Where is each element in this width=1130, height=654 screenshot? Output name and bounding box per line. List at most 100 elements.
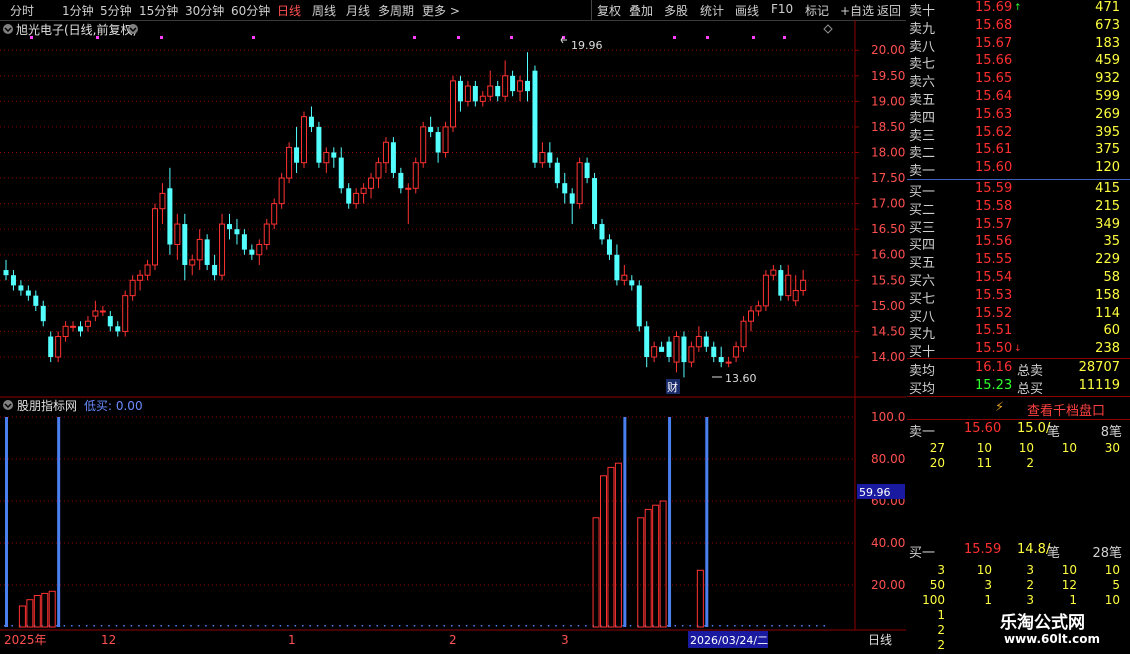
bid-level-label: 买六 — [909, 274, 936, 289]
bid-level-price: 15.54 — [975, 270, 1013, 285]
bid-level-row[interactable]: 买九 15.51 60 — [907, 323, 1130, 342]
indicator-bar — [18, 605, 26, 628]
draw-line-button[interactable]: 画线 — [735, 2, 759, 19]
price-tick-label: 14.00 — [871, 350, 905, 364]
toolbar-divider — [591, 0, 592, 20]
bid-level-row[interactable]: 买二 15.58 215 — [907, 199, 1130, 218]
bid-level-row[interactable]: 买三 15.57 349 — [907, 217, 1130, 236]
ask-level-row[interactable]: 卖九 15.68 673 — [907, 18, 1130, 37]
ask-level-row[interactable]: 卖五 15.64 599 — [907, 89, 1130, 108]
queue-sell-avg: 15.0/ — [1017, 421, 1051, 436]
baseline-dot — [786, 625, 788, 627]
low-price-label: 13.60 — [725, 372, 757, 385]
candle-body — [762, 274, 769, 307]
watermark-url: www.60lt.com — [1004, 632, 1101, 646]
candle-body — [472, 86, 478, 102]
baseline-dot — [361, 625, 364, 627]
baseline-dot — [771, 625, 773, 627]
baseline-dot — [458, 625, 460, 627]
candle-body — [718, 356, 724, 363]
date-label-2025: 2025年 — [4, 633, 47, 647]
candle-body — [547, 152, 553, 163]
kline-chart[interactable]: 20.00 19.50 19.00 18.50 18.00 17.50 17.00 16.50… — [0, 20, 906, 650]
baseline-dot — [145, 625, 148, 627]
ask-level-row[interactable]: 卖六 15.65 932 — [907, 71, 1130, 90]
tab-multi-period[interactable]: 多周期 — [378, 2, 414, 19]
bid-level-row[interactable]: 买七 15.53 158 — [907, 288, 1130, 307]
indicator-collapse-icon[interactable] — [3, 400, 13, 410]
candle-body — [10, 275, 16, 286]
bid-level-row[interactable]: 买六 15.54 58 — [907, 270, 1130, 289]
candle-body — [48, 336, 54, 357]
baseline-dot — [302, 625, 304, 627]
ask-level-row[interactable]: 卖八 15.67 183 — [907, 36, 1130, 55]
bid-level-row[interactable]: 买十 15.50 238 ↓ — [907, 341, 1130, 360]
signal-marker — [510, 36, 513, 39]
ask-level-row[interactable]: 卖二 15.61 375 — [907, 142, 1130, 162]
ask-level-row[interactable]: 卖三 15.62 395 — [907, 125, 1130, 144]
queue-buy-cell: 10 — [1061, 563, 1077, 577]
ask-level-row[interactable]: 卖十 15.69 471 ↑ — [907, 0, 1130, 19]
baseline-dot — [160, 625, 162, 627]
chart-collapse-icon[interactable] — [3, 24, 13, 34]
candle-body — [688, 346, 695, 363]
candle-body — [733, 346, 740, 358]
ask-level-volume: 932 — [1095, 71, 1120, 87]
bid-level-row[interactable]: 买八 15.52 114 — [907, 306, 1130, 325]
baseline-dot — [279, 625, 282, 627]
f10-button[interactable]: F10 — [771, 2, 793, 16]
baseline-dot — [383, 625, 386, 627]
statistics-button[interactable]: 统计 — [700, 2, 724, 19]
ask-level-row[interactable]: 卖七 15.66 459 — [907, 53, 1130, 72]
candle-body — [525, 80, 530, 92]
baseline-dot — [190, 625, 192, 627]
tab-monthly[interactable]: 月线 — [346, 2, 370, 19]
tab-5min[interactable]: 5分钟 — [100, 2, 132, 19]
avg-sell-label: 卖均 — [909, 364, 936, 379]
ask-level-label: 卖二 — [909, 146, 936, 162]
candle-body — [99, 310, 106, 313]
bid-level-price: 15.56 — [975, 234, 1013, 250]
baseline-dot — [495, 625, 498, 627]
orderbook-panel: 卖十 15.69 471 ↑ 卖九 15.68 673 卖八 15.67 183 卖七 15.66 45… — [907, 0, 1130, 652]
baseline-dot — [734, 625, 736, 627]
ask-level-row[interactable]: 卖四 15.63 269 — [907, 107, 1130, 126]
bid-level-row[interactable]: 买四 15.56 35 — [907, 234, 1130, 253]
back-button[interactable]: 返回 — [877, 2, 901, 19]
ask-level-row[interactable]: 卖一 15.60 120 — [907, 160, 1130, 179]
tab-60min[interactable]: 60分钟 — [231, 2, 270, 19]
high-price-label: 19.96 — [571, 39, 603, 52]
candle-body — [576, 162, 583, 205]
baseline-dot — [182, 625, 185, 627]
total-sell-value: 28707 — [1078, 360, 1120, 375]
tab-weekly[interactable]: 周线 — [312, 2, 336, 19]
view-thousand-button[interactable]: 查看千档盘口 — [1027, 400, 1105, 419]
multi-stock-button[interactable]: 多股 — [664, 2, 688, 19]
avg-sell-row: 卖均 16.16 总卖 28707 — [907, 360, 1130, 379]
tab-daily[interactable]: 日线 — [277, 2, 301, 19]
add-watchlist-button[interactable]: +自选 — [840, 2, 874, 19]
candle-body — [792, 290, 799, 302]
diamond-icon[interactable] — [823, 24, 833, 34]
kline-chart-area[interactable]: 20.00 19.50 19.00 18.50 18.00 17.50 17.00 16.50… — [0, 20, 906, 650]
tab-15min[interactable]: 15分钟 — [139, 2, 178, 19]
bid-level-price: 15.55 — [975, 252, 1013, 268]
candle-body — [249, 249, 255, 255]
tab-1min[interactable]: 1分钟 — [62, 2, 94, 19]
bid-level-row[interactable]: 买五 15.55 229 — [907, 252, 1130, 271]
baseline-dot — [808, 625, 811, 627]
baseline-dot — [205, 625, 207, 627]
tab-30min[interactable]: 30分钟 — [185, 2, 224, 19]
mark-button[interactable]: 标记 — [805, 2, 829, 19]
overlay-button[interactable]: 叠加 — [629, 2, 653, 19]
restore-rights-button[interactable]: 复权 — [597, 2, 621, 19]
date-label-12: 12 — [101, 633, 116, 647]
baseline-dot — [689, 625, 691, 627]
candle-body — [219, 223, 226, 276]
tab-more[interactable]: 更多 > — [422, 2, 460, 19]
candle-body — [40, 305, 46, 322]
tab-fenshi[interactable]: 分时 — [10, 2, 34, 19]
bid-level-row[interactable]: 买一 15.59 415 — [907, 181, 1130, 200]
price-tick-label: 18.50 — [871, 120, 905, 134]
title-dropdown-icon[interactable] — [128, 24, 138, 34]
